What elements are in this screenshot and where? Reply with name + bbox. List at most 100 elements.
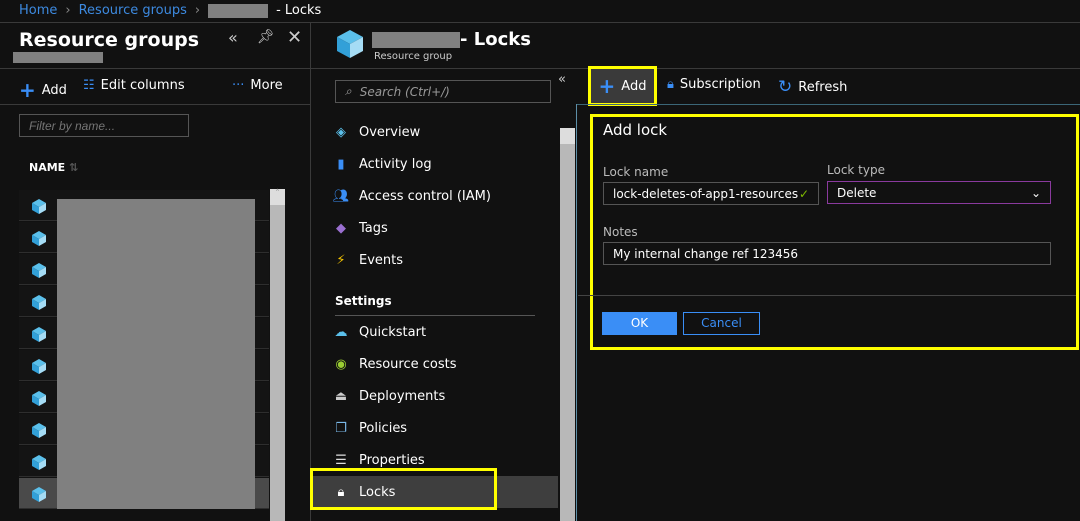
redacted-names — [57, 199, 255, 509]
divider — [578, 295, 1076, 296]
menu-item-events[interactable]: ⚡︎ Events — [311, 244, 558, 276]
menu-item-label: Resource costs — [359, 356, 457, 372]
name-column-header[interactable]: NAME ⇅ — [29, 161, 78, 174]
scroll-up-icon[interactable]: ˄ — [270, 189, 285, 205]
add-button[interactable]: + Add — [19, 78, 67, 102]
resource-group-icon — [30, 197, 48, 215]
plus-icon: + — [19, 78, 36, 102]
more-button[interactable]: ··· More — [232, 78, 283, 93]
resource-group-icon — [30, 485, 48, 503]
lock-type-value: Delete — [837, 185, 877, 200]
menu-item-resource-costs[interactable]: ◉ Resource costs — [311, 348, 558, 380]
menu-item-activity-log[interactable]: ▮ Activity log — [311, 148, 558, 180]
search-icon: ⌕ — [345, 84, 352, 98]
list-icon: ☰ — [335, 452, 347, 468]
resource-group-icon — [30, 389, 48, 407]
cloud-icon: ☁ — [334, 324, 348, 340]
menu-item-policies[interactable]: ❐ Policies — [311, 412, 558, 444]
deploy-icon: ⏏ — [334, 388, 348, 404]
pin-icon[interactable]: 📌︎ — [257, 29, 275, 45]
menu-item-label: Tags — [359, 220, 388, 236]
scroll-up-icon[interactable] — [560, 128, 575, 144]
refresh-button[interactable]: ↻ Refresh — [778, 77, 847, 97]
filter-input[interactable] — [19, 114, 189, 137]
cancel-button[interactable]: Cancel — [683, 312, 760, 335]
redacted-name — [208, 3, 269, 18]
breadcrumb-home[interactable]: Home — [19, 3, 57, 18]
divider — [576, 104, 577, 521]
resource-group-icon — [30, 293, 48, 311]
collapse-icon[interactable]: « — [228, 28, 238, 47]
menu-item-label: Deployments — [359, 388, 446, 404]
menu-item-properties[interactable]: ☰ Properties — [311, 444, 558, 476]
lock-type-select[interactable]: Delete ⌄ — [827, 181, 1051, 204]
divider — [335, 315, 535, 316]
menu-item-label: Properties — [359, 452, 425, 468]
menu-item-label: Overview — [359, 124, 421, 140]
lock-name-value: lock-deletes-of-app1-resources — [613, 186, 799, 201]
menu-item-deployments[interactable]: ⏏ Deployments — [311, 380, 558, 412]
subscription-button[interactable]: 🔒︎ Subscription — [667, 77, 761, 92]
redacted-subtitle — [13, 52, 103, 63]
add-label: Add — [41, 82, 67, 98]
menu-item-label: Events — [359, 252, 404, 268]
lock-icon: 🔒︎ — [337, 484, 345, 500]
divider — [0, 68, 310, 69]
search-placeholder: Search (Ctrl+/) — [359, 84, 450, 99]
menu-item-quickstart[interactable]: ☁ Quickstart — [311, 316, 558, 348]
chevron-right-icon: › — [65, 3, 71, 18]
subscription-label: Subscription — [679, 77, 761, 92]
menu-item-label: Quickstart — [359, 324, 427, 340]
blade-subtitle: Resource group — [374, 51, 453, 62]
name-col-label: NAME — [29, 161, 66, 174]
menu-item-access-control-iam[interactable]: 👥︎ Access control (IAM) — [311, 180, 558, 212]
refresh-icon: ↻ — [778, 77, 793, 97]
resource-group-icon — [30, 229, 48, 247]
edit-columns-button[interactable]: ☷ Edit columns — [83, 78, 185, 93]
lock-type-label: Lock type — [827, 163, 885, 177]
ok-button[interactable]: OK — [602, 312, 677, 335]
menu-scrollbar[interactable] — [560, 128, 575, 521]
breadcrumb-current: - Locks — [276, 3, 322, 18]
resource-group-icon — [30, 421, 48, 439]
add-lock-button[interactable]: + Add — [588, 66, 657, 106]
redacted-name — [372, 32, 460, 48]
notes-value: My internal change ref 123456 — [613, 246, 799, 261]
menu-item-overview[interactable]: ◈ Overview — [311, 116, 558, 148]
scrollbar[interactable]: ˄ — [270, 189, 285, 521]
menu-item-locks[interactable]: 🔒︎ Locks — [311, 476, 558, 508]
menu-search-input[interactable]: ⌕ Search (Ctrl+/) — [335, 80, 551, 103]
policy-icon: ❐ — [335, 420, 347, 436]
breadcrumb: Home › Resource groups › - Locks — [19, 3, 321, 18]
lock-name-input[interactable]: lock-deletes-of-app1-resources ✓ — [603, 182, 819, 205]
ellipsis-icon: ··· — [232, 78, 245, 93]
menu-item-tags[interactable]: ◆ Tags — [311, 212, 558, 244]
menu-item-label: Policies — [359, 420, 408, 436]
divider — [577, 104, 1080, 105]
close-icon[interactable]: ✕ — [287, 27, 302, 48]
divider — [0, 104, 310, 105]
chevron-down-icon: ⌄ — [1030, 185, 1041, 200]
blade-title: - Locks — [460, 29, 531, 50]
menu-item-label: Locks — [359, 484, 396, 500]
settings-heading: Settings — [335, 294, 392, 308]
cube-icon: ◈ — [336, 124, 346, 140]
check-icon: ✓ — [798, 186, 809, 201]
resource-group-icon — [30, 261, 48, 279]
menu-item-label: Activity log — [359, 156, 432, 172]
breadcrumb-resource-groups[interactable]: Resource groups — [79, 3, 187, 18]
lock-icon: 🔒︎ — [667, 77, 674, 92]
collapse-menu-icon[interactable]: « — [558, 72, 566, 87]
resource-group-icon — [30, 325, 48, 343]
notes-input[interactable]: My internal change ref 123456 — [603, 242, 1051, 265]
resource-group-icon — [30, 453, 48, 471]
blade-title: Resource groups — [19, 29, 199, 51]
edit-columns-label: Edit columns — [100, 78, 185, 93]
refresh-label: Refresh — [798, 79, 848, 95]
divider — [0, 22, 1080, 23]
notes-label: Notes — [603, 225, 638, 239]
lightning-icon: ⚡︎ — [336, 252, 346, 268]
more-label: More — [250, 78, 283, 93]
plus-icon: + — [598, 74, 616, 98]
lock-name-label: Lock name — [603, 165, 669, 179]
